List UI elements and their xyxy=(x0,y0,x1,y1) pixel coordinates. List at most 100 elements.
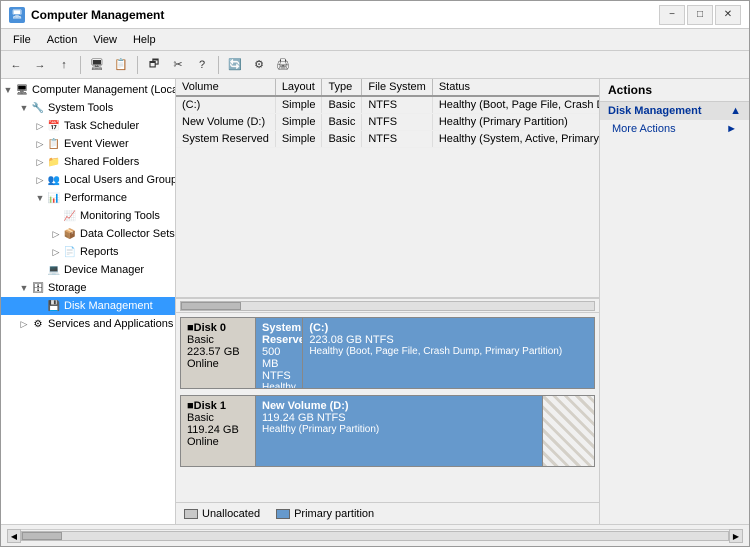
legend-bar: Unallocated Primary partition xyxy=(176,502,599,524)
show-hide-button[interactable]: 🖥 xyxy=(86,54,108,76)
new-window-button[interactable]: 🗗 xyxy=(143,54,165,76)
tree-item-device-manager[interactable]: 💻Device Manager xyxy=(1,261,175,279)
tree-item-task-scheduler[interactable]: ▷📅Task Scheduler xyxy=(1,117,175,135)
cell-status: Healthy (System, Active, Primary Partiti… xyxy=(432,131,599,148)
legend-label-unallocated: Unallocated xyxy=(202,508,260,520)
expand-icon[interactable] xyxy=(33,299,47,313)
back-button[interactable]: ← xyxy=(5,54,27,76)
menu-file[interactable]: File xyxy=(5,32,39,48)
menu-view[interactable]: View xyxy=(85,32,125,48)
expand-icon[interactable]: ▷ xyxy=(17,317,31,331)
scroll-left-btn[interactable]: ◀ xyxy=(7,529,21,543)
tree-item-monitoring-tools[interactable]: 📈Monitoring Tools xyxy=(1,207,175,225)
disk-partitions: System Reserved 500 MB NTFS Healthy (Sys… xyxy=(256,318,594,388)
bottom-scrollbar[interactable]: ◀ ▶ xyxy=(7,529,743,543)
tree-item-icon: 🗄 xyxy=(31,281,45,295)
partition-system-reserved[interactable]: System Reserved 500 MB NTFS Healthy (Sys… xyxy=(256,318,303,388)
bottom-scroll-thumb[interactable] xyxy=(22,532,62,540)
scroll-right-btn[interactable]: ▶ xyxy=(729,529,743,543)
menu-help[interactable]: Help xyxy=(125,32,164,48)
partition-primary-d[interactable]: New Volume (D:) 119.24 GB NTFS Healthy (… xyxy=(256,396,543,466)
part-status: Healthy (Primary Partition) xyxy=(262,424,536,435)
disk-status: Online xyxy=(187,358,249,370)
tree-item-icon: 🔧 xyxy=(31,101,45,115)
cell-type: Basic xyxy=(322,114,362,131)
part-size: 223.08 GB NTFS xyxy=(309,334,588,346)
table-row[interactable]: New Volume (D:) Simple Basic NTFS Health… xyxy=(176,114,599,131)
export-button[interactable]: ✂ xyxy=(167,54,189,76)
tree-item-system-tools[interactable]: ▼🔧System Tools xyxy=(1,99,175,117)
expand-icon[interactable]: ▼ xyxy=(33,191,47,205)
main-window: 🖥 Computer Management − □ ✕ File Action … xyxy=(0,0,750,547)
tree-item-icon: 📄 xyxy=(63,245,77,259)
expand-icon[interactable] xyxy=(33,263,47,277)
expand-icon[interactable]: ▷ xyxy=(49,227,63,241)
hscroll-thumb[interactable] xyxy=(181,302,241,310)
disk-props-button[interactable]: ⚙ xyxy=(248,54,270,76)
actions-collapse-icon: ▲ xyxy=(730,105,741,117)
col-volume[interactable]: Volume xyxy=(176,79,275,96)
expand-icon[interactable]: ▷ xyxy=(33,155,47,169)
more-actions-label: More Actions xyxy=(612,123,676,135)
tree-item-data-collector-sets[interactable]: ▷📦Data Collector Sets xyxy=(1,225,175,243)
expand-icon[interactable]: ▷ xyxy=(33,119,47,133)
main-content: ▼🖥Computer Management (Local▼🔧System Too… xyxy=(1,79,749,524)
minimize-button[interactable]: − xyxy=(659,5,685,25)
cell-layout: Simple xyxy=(275,96,322,114)
partition-hatched[interactable] xyxy=(543,396,594,466)
expand-icon[interactable]: ▼ xyxy=(17,101,31,115)
disk-id: ■Disk 1 xyxy=(187,400,249,412)
tree-item-performance[interactable]: ▼📊Performance xyxy=(1,189,175,207)
up-button[interactable]: ↑ xyxy=(53,54,75,76)
more-actions-item[interactable]: More Actions ► xyxy=(600,120,749,138)
status-bar: ◀ ▶ xyxy=(1,524,749,546)
tree-item-storage[interactable]: ▼🗄Storage xyxy=(1,279,175,297)
disk-partitions: New Volume (D:) 119.24 GB NTFS Healthy (… xyxy=(256,396,594,466)
cell-volume: System Reserved xyxy=(176,131,275,148)
tree-item-local-users-and-groups[interactable]: ▷👥Local Users and Groups xyxy=(1,171,175,189)
col-status[interactable]: Status xyxy=(432,79,599,96)
menu-bar: File Action View Help xyxy=(1,29,749,51)
col-layout[interactable]: Layout xyxy=(275,79,322,96)
tree-item-computer-management-(local[interactable]: ▼🖥Computer Management (Local xyxy=(1,81,175,99)
disk-table: Volume Layout Type File System Status C … xyxy=(176,79,599,148)
col-type[interactable]: Type xyxy=(322,79,362,96)
legend-label-primary: Primary partition xyxy=(294,508,374,520)
bottom-scroll-track[interactable] xyxy=(21,531,729,541)
tree-item-services-and-applications[interactable]: ▷⚙Services and Applications xyxy=(1,315,175,333)
expand-icon[interactable]: ▷ xyxy=(33,137,47,151)
partition-primary[interactable]: (C:) 223.08 GB NTFS Healthy (Boot, Page … xyxy=(303,318,594,388)
legend-color-primary xyxy=(276,509,290,519)
disk-visual-area: ■Disk 0 Basic 223.57 GB Online System Re… xyxy=(176,312,599,502)
tree-item-reports[interactable]: ▷📄Reports xyxy=(1,243,175,261)
menu-action[interactable]: Action xyxy=(39,32,86,48)
hscroll-bar[interactable] xyxy=(176,298,599,312)
close-button[interactable]: ✕ xyxy=(715,5,741,25)
expand-icon[interactable]: ▼ xyxy=(1,83,15,97)
expand-icon[interactable]: ▷ xyxy=(33,173,47,187)
disk-table-area[interactable]: Volume Layout Type File System Status C … xyxy=(176,79,599,298)
tree-item-shared-folders[interactable]: ▷📁Shared Folders xyxy=(1,153,175,171)
tree-item-icon: 📁 xyxy=(47,155,61,169)
tree-item-event-viewer[interactable]: ▷📋Event Viewer xyxy=(1,135,175,153)
expand-icon[interactable]: ▼ xyxy=(17,281,31,295)
table-row[interactable]: System Reserved Simple Basic NTFS Health… xyxy=(176,131,599,148)
disk-size: 119.24 GB xyxy=(187,424,249,436)
print-button[interactable]: 🖨 xyxy=(272,54,294,76)
disk-row-disk-0: ■Disk 0 Basic 223.57 GB Online System Re… xyxy=(180,317,595,389)
hscroll-track[interactable] xyxy=(180,301,595,311)
tree-item-disk-management[interactable]: 💾Disk Management xyxy=(1,297,175,315)
col-filesystem[interactable]: File System xyxy=(362,79,432,96)
help-button[interactable]: ? xyxy=(191,54,213,76)
table-row[interactable]: (C:) Simple Basic NTFS Healthy (Boot, Pa… xyxy=(176,96,599,114)
tree-item-icon: 📊 xyxy=(47,191,61,205)
rescan-button[interactable]: 🔄 xyxy=(224,54,246,76)
forward-button[interactable]: → xyxy=(29,54,51,76)
expand-icon[interactable]: ▷ xyxy=(49,245,63,259)
actions-disk-management[interactable]: Disk Management ▲ xyxy=(600,102,749,120)
toolbar: ← → ↑ 🖥 📋 🗗 ✂ ? 🔄 ⚙ 🖨 xyxy=(1,51,749,79)
tree-item-label: System Tools xyxy=(48,102,113,114)
expand-icon[interactable] xyxy=(49,209,63,223)
maximize-button[interactable]: □ xyxy=(687,5,713,25)
properties-button[interactable]: 📋 xyxy=(110,54,132,76)
